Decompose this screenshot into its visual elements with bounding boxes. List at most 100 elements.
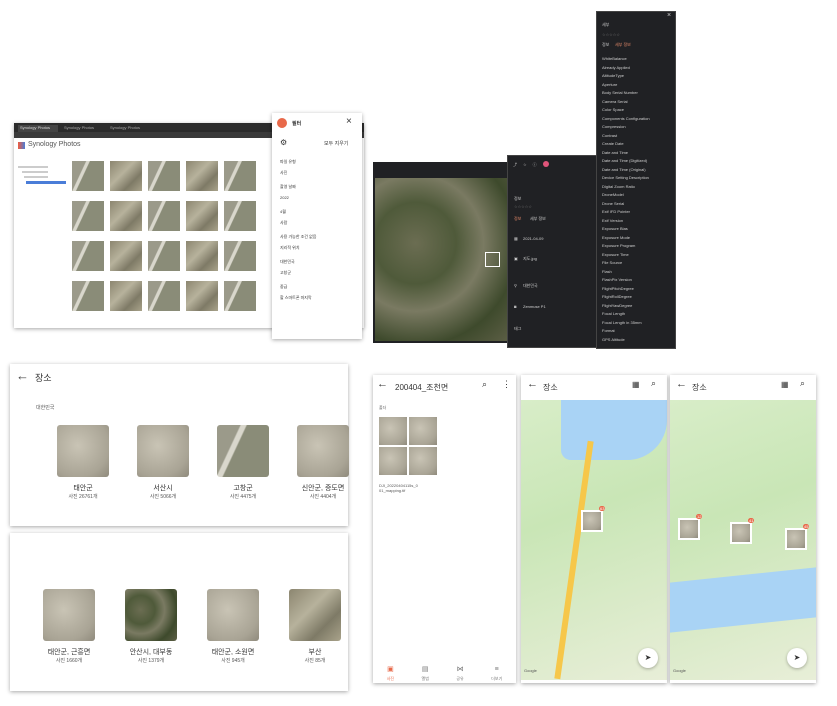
- filter-section[interactable]: 대한민국: [280, 259, 358, 264]
- photo-thumbnail[interactable]: [186, 281, 218, 311]
- place-name: 부산: [308, 649, 322, 656]
- photo-thumbnail[interactable]: [186, 161, 218, 191]
- browser-tab[interactable]: Synology Photos: [18, 125, 58, 132]
- map-photo-marker[interactable]: [678, 518, 700, 540]
- side-tree[interactable]: [18, 163, 68, 203]
- photo-thumbnail[interactable]: [224, 281, 256, 311]
- photo-thumbnail[interactable]: [224, 241, 256, 271]
- toolbar: ⤴ ☆ ⓘ: [513, 160, 597, 168]
- photo-thumbnail[interactable]: [110, 161, 142, 191]
- back-arrow-icon[interactable]: ←: [377, 378, 388, 390]
- place-item[interactable]: 신안군, 증도면 사진 4404개: [288, 425, 358, 500]
- filter-section[interactable]: 촬영 날짜: [280, 184, 358, 189]
- tab-info[interactable]: 정보: [602, 42, 609, 47]
- photo-thumbnail: [379, 417, 407, 445]
- tab-info[interactable]: 정보: [514, 216, 521, 221]
- search-icon[interactable]: ⌕: [482, 379, 487, 390]
- my-location-icon[interactable]: ➤: [638, 648, 658, 668]
- photo-count: 사진 4475개: [229, 494, 257, 500]
- exif-panel: 세부 × ☆☆☆☆☆ 정보 세부 정보 WhiteBalance Already …: [596, 11, 676, 349]
- more-icon[interactable]: ⋮: [502, 379, 511, 390]
- my-location-icon[interactable]: ➤: [787, 648, 807, 668]
- info-title: 정보: [514, 196, 522, 201]
- selection-box: [485, 252, 500, 267]
- photo-thumbnail[interactable]: [148, 161, 180, 191]
- camera-icon: ◙: [514, 304, 517, 309]
- back-arrow-icon[interactable]: ←: [676, 378, 687, 390]
- photo-thumbnail[interactable]: [72, 241, 104, 271]
- place-item[interactable]: 태안군, 근흥면 사진 1660개: [34, 589, 104, 664]
- photo-thumbnail[interactable]: [110, 201, 142, 231]
- reset-button[interactable]: 모두 지우기: [324, 140, 348, 147]
- app-header: Synology Photos: [18, 141, 138, 151]
- place-item[interactable]: 고창군 사진 4475개: [208, 425, 278, 500]
- close-icon[interactable]: ×: [667, 12, 671, 19]
- back-arrow-icon[interactable]: ←: [527, 378, 538, 390]
- rating-stars[interactable]: ☆☆☆☆☆: [514, 204, 532, 209]
- filter-section[interactable]: 4월: [280, 209, 358, 214]
- place-item[interactable]: 서산시 사진 5066개: [128, 425, 198, 500]
- filter-panel: 필터 × ⚙ 모두 지우기 파일 유형 사진 촬영 날짜 2022 4월 사람 사용 가능한…: [272, 113, 362, 339]
- back-arrow-icon[interactable]: ←: [16, 368, 29, 383]
- filter-section[interactable]: 파일 유형: [280, 159, 358, 164]
- filter-icon[interactable]: [277, 118, 287, 128]
- filter-section[interactable]: 사람: [280, 220, 358, 225]
- nav-shared[interactable]: ⋈ 공유: [456, 658, 463, 681]
- photo-thumbnail[interactable]: [148, 241, 180, 271]
- filter-section[interactable]: 지리적 위치: [280, 245, 358, 250]
- camera-value: Zenmuse P1: [523, 304, 546, 309]
- settings-icon[interactable]: ⚙: [280, 138, 287, 147]
- photo-thumbnail[interactable]: [72, 161, 104, 191]
- place-item[interactable]: 안산시, 대부동 사진 1379개: [116, 589, 186, 664]
- nav-albums[interactable]: ▤ 앨범: [422, 658, 429, 681]
- place-item[interactable]: 태안군 사진 26761개: [48, 425, 118, 500]
- photo-thumbnail[interactable]: [110, 281, 142, 311]
- photo-thumbnail[interactable]: [148, 281, 180, 311]
- browser-tab[interactable]: Synology Photos: [64, 125, 104, 130]
- info-icon[interactable]: ⓘ: [533, 162, 537, 167]
- avatar[interactable]: [542, 161, 549, 167]
- photo-thumbnail[interactable]: [148, 201, 180, 231]
- grid-view-icon[interactable]: ▦: [632, 380, 640, 389]
- share-icon[interactable]: ⤴: [513, 162, 517, 167]
- photo-thumbnail[interactable]: [72, 201, 104, 231]
- photo-thumbnail[interactable]: [186, 201, 218, 231]
- nav-photos[interactable]: ▣ 사진: [387, 658, 394, 681]
- search-icon[interactable]: ⌕: [800, 378, 805, 389]
- tab-details[interactable]: 세부 정보: [530, 216, 546, 221]
- map-photo-marker[interactable]: [785, 528, 807, 550]
- filter-section[interactable]: 사진: [280, 170, 358, 175]
- search-icon[interactable]: ⌕: [651, 378, 656, 389]
- filter-section[interactable]: 할 스마트폰 마지막: [280, 295, 358, 300]
- marker-badge: 41: [748, 518, 755, 523]
- info-panel: ⤴ ☆ ⓘ 정보 ☆☆☆☆☆ 정보 세부 정보 ▦ 2021-04-09 ▣ 지…: [507, 155, 599, 348]
- grid-view-icon[interactable]: ▦: [781, 380, 789, 389]
- app-logo-icon: [18, 142, 25, 149]
- place-item[interactable]: 부산 사진 85개: [280, 589, 350, 664]
- photo-thumbnail[interactable]: [186, 241, 218, 271]
- filter-section[interactable]: 고창군: [280, 270, 358, 275]
- album-thumbnail[interactable]: [379, 417, 437, 475]
- map-photo-marker[interactable]: [730, 522, 752, 544]
- place-item[interactable]: 태안군, 소원면 사진 945개: [198, 589, 268, 664]
- photo-thumbnail[interactable]: [224, 201, 256, 231]
- close-icon[interactable]: ×: [346, 116, 352, 127]
- road: [554, 440, 594, 680]
- photo-thumbnail[interactable]: [110, 241, 142, 271]
- browser-tab[interactable]: Synology Photos: [110, 125, 150, 130]
- app-name: Synology Photos: [28, 141, 81, 148]
- tab-details[interactable]: 세부 정보: [615, 42, 631, 47]
- star-icon[interactable]: ☆: [523, 162, 527, 167]
- nav-more[interactable]: ≡ 더보기: [491, 658, 502, 681]
- filter-section[interactable]: 사용 가능한 조건 없음: [280, 234, 358, 239]
- filter-section[interactable]: 2022: [280, 195, 358, 200]
- map-view[interactable]: 63 Google ➤: [521, 400, 667, 680]
- photo-thumbnail[interactable]: [72, 281, 104, 311]
- bottom-nav: ▣ 사진 ▤ 앨범 ⋈ 공유 ≡ 더보기: [373, 658, 516, 681]
- photo-thumbnail[interactable]: [224, 161, 256, 191]
- rating-stars[interactable]: ☆☆☆☆☆: [602, 32, 620, 37]
- filter-section[interactable]: 중급: [280, 284, 358, 289]
- place-value: 대한민국: [523, 283, 538, 288]
- map-view[interactable]: 12 41 45 Google ➤: [670, 400, 816, 680]
- map-photo-marker[interactable]: [581, 510, 603, 532]
